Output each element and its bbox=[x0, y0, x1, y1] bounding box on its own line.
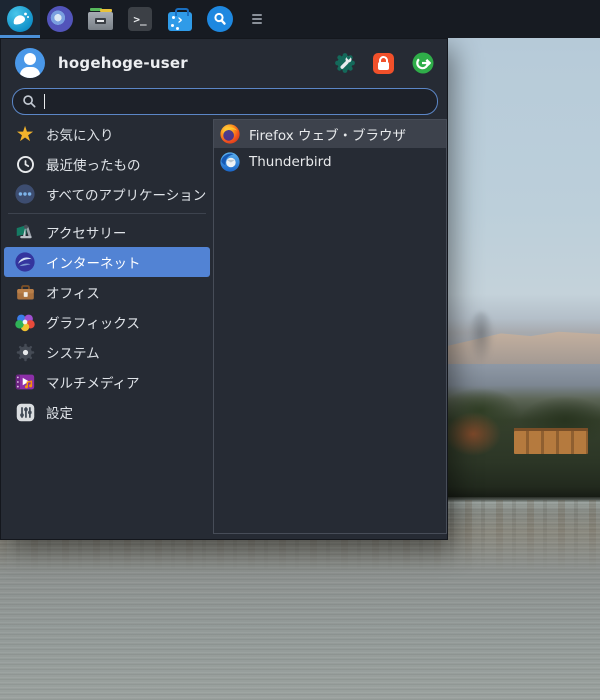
category-system[interactable]: システム bbox=[4, 337, 210, 367]
settings-manager-button[interactable] bbox=[334, 52, 356, 74]
window-menu-button[interactable] bbox=[240, 0, 266, 38]
software-launcher[interactable]: › bbox=[160, 0, 200, 38]
category-label: マルチメディア bbox=[46, 376, 140, 392]
app-label: Firefox ウェブ・ブラウザ bbox=[249, 128, 406, 144]
category-office[interactable]: オフィス bbox=[4, 277, 210, 307]
multimedia-icon bbox=[13, 370, 37, 394]
software-toolbox-icon: › bbox=[168, 8, 192, 31]
category-label: グラフィックス bbox=[46, 316, 140, 332]
file-manager-icon bbox=[87, 8, 113, 30]
internet-icon bbox=[13, 250, 37, 274]
category-graphics[interactable]: グラフィックス bbox=[4, 307, 210, 337]
top-panel: >_ › bbox=[0, 0, 600, 38]
graphics-icon bbox=[13, 310, 37, 334]
web-browser-launcher[interactable] bbox=[40, 0, 80, 38]
whisker-menu-button[interactable] bbox=[0, 0, 40, 38]
category-all-applications[interactable]: すべてのアプリケーション bbox=[4, 179, 210, 209]
username: hogehoge-user bbox=[58, 54, 188, 72]
app-item-firefox[interactable]: Firefox ウェブ・ブラウザ bbox=[214, 120, 446, 148]
category-accessories[interactable]: アクセサリー bbox=[4, 217, 210, 247]
category-settings[interactable]: 設定 bbox=[4, 397, 210, 427]
whisker-menu-popup: hogehoge-user ★ お気に入り 最近使ったもの すべてのアプリケーシ… bbox=[0, 38, 448, 540]
terminal-icon: >_ bbox=[128, 7, 152, 31]
wallpaper-building bbox=[514, 428, 588, 454]
file-manager-launcher[interactable] bbox=[80, 0, 120, 38]
category-label: 最近使ったもの bbox=[46, 158, 141, 174]
accessories-icon bbox=[13, 220, 37, 244]
terminal-launcher[interactable]: >_ bbox=[120, 0, 160, 38]
all-apps-icon bbox=[13, 182, 37, 206]
application-list: Firefox ウェブ・ブラウザ Thunderbird bbox=[213, 119, 447, 534]
logout-icon bbox=[412, 52, 434, 74]
app-finder-launcher[interactable] bbox=[200, 0, 240, 38]
search-input[interactable] bbox=[12, 88, 438, 115]
user-avatar-icon bbox=[15, 48, 45, 78]
lock-screen-icon bbox=[373, 52, 394, 74]
whisker-menu-icon bbox=[7, 6, 33, 32]
category-recently-used[interactable]: 最近使ったもの bbox=[4, 149, 210, 179]
settings-icon bbox=[13, 400, 37, 424]
web-browser-icon bbox=[47, 6, 73, 32]
menu-header: hogehoge-user bbox=[1, 39, 447, 87]
app-finder-icon bbox=[207, 6, 233, 32]
system-icon bbox=[13, 340, 37, 364]
category-list: ★ お気に入り 最近使ったもの すべてのアプリケーション アクセサリー インター… bbox=[4, 119, 210, 427]
category-label: アクセサリー bbox=[46, 226, 127, 242]
app-label: Thunderbird bbox=[249, 154, 332, 170]
app-item-thunderbird[interactable]: Thunderbird bbox=[214, 148, 446, 176]
wallpaper-smoke bbox=[468, 312, 494, 364]
lock-screen-button[interactable] bbox=[373, 52, 395, 74]
category-label: インターネット bbox=[46, 256, 141, 272]
wallpaper-lit-bush bbox=[445, 412, 501, 456]
settings-wrench-icon bbox=[335, 53, 355, 73]
desktop: >_ › hogehoge-user ★ お気に入り 最近使ったもの すべてのア… bbox=[0, 0, 600, 700]
thunderbird-icon bbox=[219, 151, 241, 173]
category-label: システム bbox=[46, 346, 100, 362]
category-favorites[interactable]: ★ お気に入り bbox=[4, 119, 210, 149]
office-icon bbox=[13, 280, 37, 304]
firefox-icon bbox=[219, 123, 241, 145]
category-multimedia[interactable]: マルチメディア bbox=[4, 367, 210, 397]
clock-icon bbox=[13, 152, 37, 176]
logout-button[interactable] bbox=[412, 52, 434, 74]
category-label: お気に入り bbox=[46, 128, 114, 144]
star-icon: ★ bbox=[15, 121, 35, 146]
category-label: 設定 bbox=[46, 406, 73, 422]
category-label: オフィス bbox=[46, 286, 100, 302]
category-internet[interactable]: インターネット bbox=[4, 247, 210, 277]
category-label: すべてのアプリケーション bbox=[46, 188, 207, 204]
header-actions bbox=[334, 52, 434, 74]
category-separator bbox=[8, 213, 206, 214]
window-menu-icon bbox=[252, 14, 262, 24]
wallpaper-cliff bbox=[435, 331, 600, 364]
